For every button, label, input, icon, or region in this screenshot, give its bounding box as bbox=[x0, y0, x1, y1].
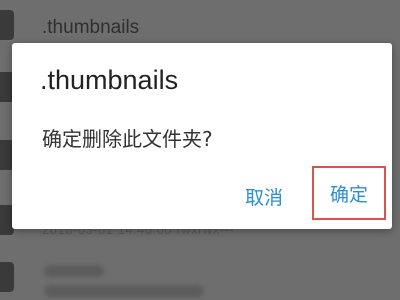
cancel-button[interactable]: 取消 bbox=[245, 183, 283, 210]
dialog-message: 确定删除此文件夹? bbox=[42, 127, 213, 151]
folder-icon bbox=[0, 10, 14, 40]
folder-icon bbox=[0, 262, 14, 292]
delete-folder-dialog: .thumbnails 确定删除此文件夹? 取消 确定 bbox=[12, 43, 392, 229]
background-blurred-item bbox=[44, 265, 104, 277]
file-manager-screen: .thumbnails 2018-03-01 14:40:00 rwxrwx--… bbox=[0, 0, 400, 300]
confirm-button-highlight: 确定 bbox=[312, 166, 386, 220]
background-blurred-item bbox=[44, 285, 204, 297]
background-folder-name: .thumbnails bbox=[42, 17, 140, 38]
dialog-title: .thumbnails bbox=[40, 65, 179, 95]
confirm-button[interactable]: 确定 bbox=[330, 180, 368, 207]
